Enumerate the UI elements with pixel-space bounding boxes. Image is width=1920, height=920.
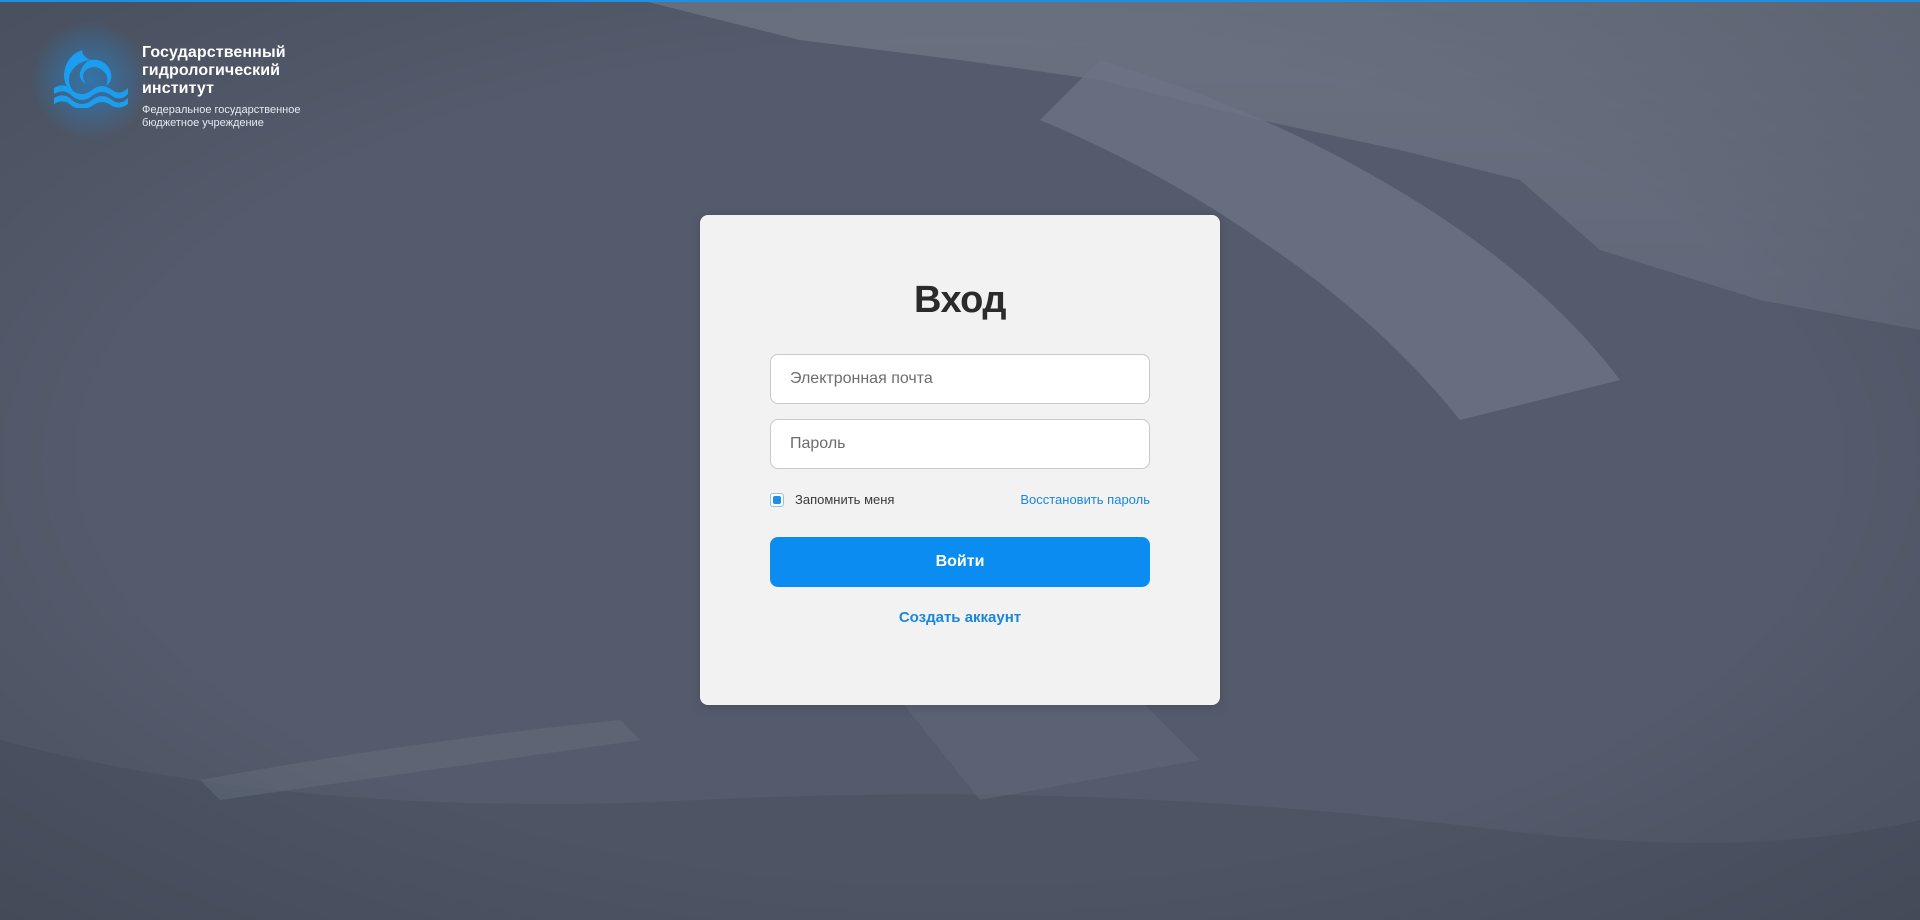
top-accent-line xyxy=(0,0,1920,2)
brand-header[interactable]: Государственный гидрологический институт… xyxy=(52,44,300,130)
brand-subtitle: Федеральное государственное бюджетное уч… xyxy=(142,104,301,129)
checkbox-checked-mark xyxy=(773,495,781,504)
remember-me-checkbox[interactable] xyxy=(770,492,784,507)
password-field[interactable] xyxy=(770,419,1150,469)
create-account-link[interactable]: Создать аккаунт xyxy=(700,609,1220,626)
login-title: Вход xyxy=(914,279,1006,321)
login-page: Государственный гидрологический институт… xyxy=(0,0,1920,920)
email-field[interactable] xyxy=(770,354,1150,404)
login-button[interactable]: Войти xyxy=(770,537,1150,587)
login-card: Вход Запомнить меня Восстановить пароль … xyxy=(700,215,1220,705)
remember-me-label: Запомнить меня xyxy=(795,492,895,507)
wave-logo-icon xyxy=(54,50,128,108)
brand-text: Государственный гидрологический институт… xyxy=(142,44,300,130)
remember-me-toggle[interactable]: Запомнить меня xyxy=(770,492,894,507)
restore-password-link[interactable]: Восстановить пароль xyxy=(1020,492,1150,507)
brand-title: Государственный гидрологический институт xyxy=(142,44,286,97)
